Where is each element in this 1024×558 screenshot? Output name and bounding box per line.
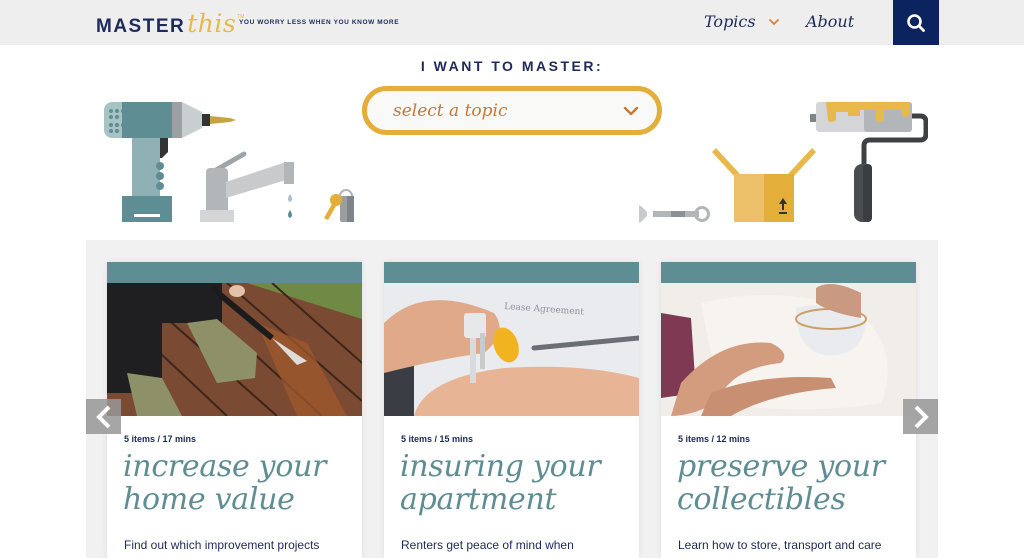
chevron-left-icon: [95, 405, 110, 428]
carousel-next-button[interactable]: [903, 399, 938, 434]
box-illustration: [712, 148, 816, 222]
card-top-bar: [661, 262, 916, 283]
card-title[interactable]: preserve your collectibles: [677, 450, 907, 516]
card-meta: 5 items / 12 mins: [678, 434, 751, 444]
site-header: MASTER this TM YOU WORRY LESS WHEN YOU K…: [0, 0, 1024, 45]
card-top-bar: [384, 262, 639, 283]
card-title[interactable]: increase your home value: [123, 450, 353, 516]
logo-this-text: this: [187, 9, 237, 38]
card-image-power-washing: [107, 283, 362, 416]
tagline: YOU WORRY LESS WHEN YOU KNOW MORE: [239, 19, 400, 26]
card-image-keys-lease: Lease Agreement: [384, 283, 639, 416]
wrench-illustration: [639, 205, 710, 223]
card-top-bar: [107, 262, 362, 283]
nav-topics[interactable]: Topics: [704, 12, 780, 31]
chevron-right-icon: [914, 405, 929, 428]
card-title[interactable]: insuring your apartment: [400, 450, 630, 516]
chevron-down-icon: [623, 106, 639, 115]
card-meta: 5 items / 15 mins: [401, 434, 474, 444]
nav-topics-label: Topics: [704, 12, 756, 31]
card-description: Learn how to store, transport and care: [678, 538, 882, 552]
logo[interactable]: MASTER this TM: [96, 9, 244, 38]
topic-card[interactable]: Lease Agreement 5 items / 15 mins insuri…: [384, 262, 639, 558]
faucet-illustration: [200, 151, 294, 222]
want-to-master-heading: I WANT TO MASTER:: [420, 58, 604, 74]
keys-illustration: [324, 189, 354, 222]
search-button[interactable]: [893, 0, 939, 45]
page: MASTER this TM YOU WORRY LESS WHEN YOU K…: [0, 0, 1024, 558]
topic-card[interactable]: 5 items / 12 mins preserve your collecti…: [661, 262, 916, 558]
card-meta: 5 items / 17 mins: [124, 434, 197, 444]
logo-master-text: MASTER: [96, 16, 186, 37]
topic-select-placeholder: select a topic: [393, 100, 508, 121]
search-icon: [907, 13, 925, 32]
topic-select[interactable]: select a topic: [362, 86, 662, 135]
nav-about[interactable]: About: [806, 12, 854, 31]
topic-card[interactable]: 5 items / 17 mins increase your home val…: [107, 262, 362, 558]
paint-roller-illustration: [810, 102, 928, 222]
card-description: Renters get peace of mind when: [401, 538, 574, 552]
card-description: Find out which improvement projects: [124, 538, 320, 552]
chevron-down-icon: [768, 18, 779, 25]
carousel-prev-button[interactable]: [86, 399, 121, 434]
card-image-teacup: [661, 283, 916, 416]
